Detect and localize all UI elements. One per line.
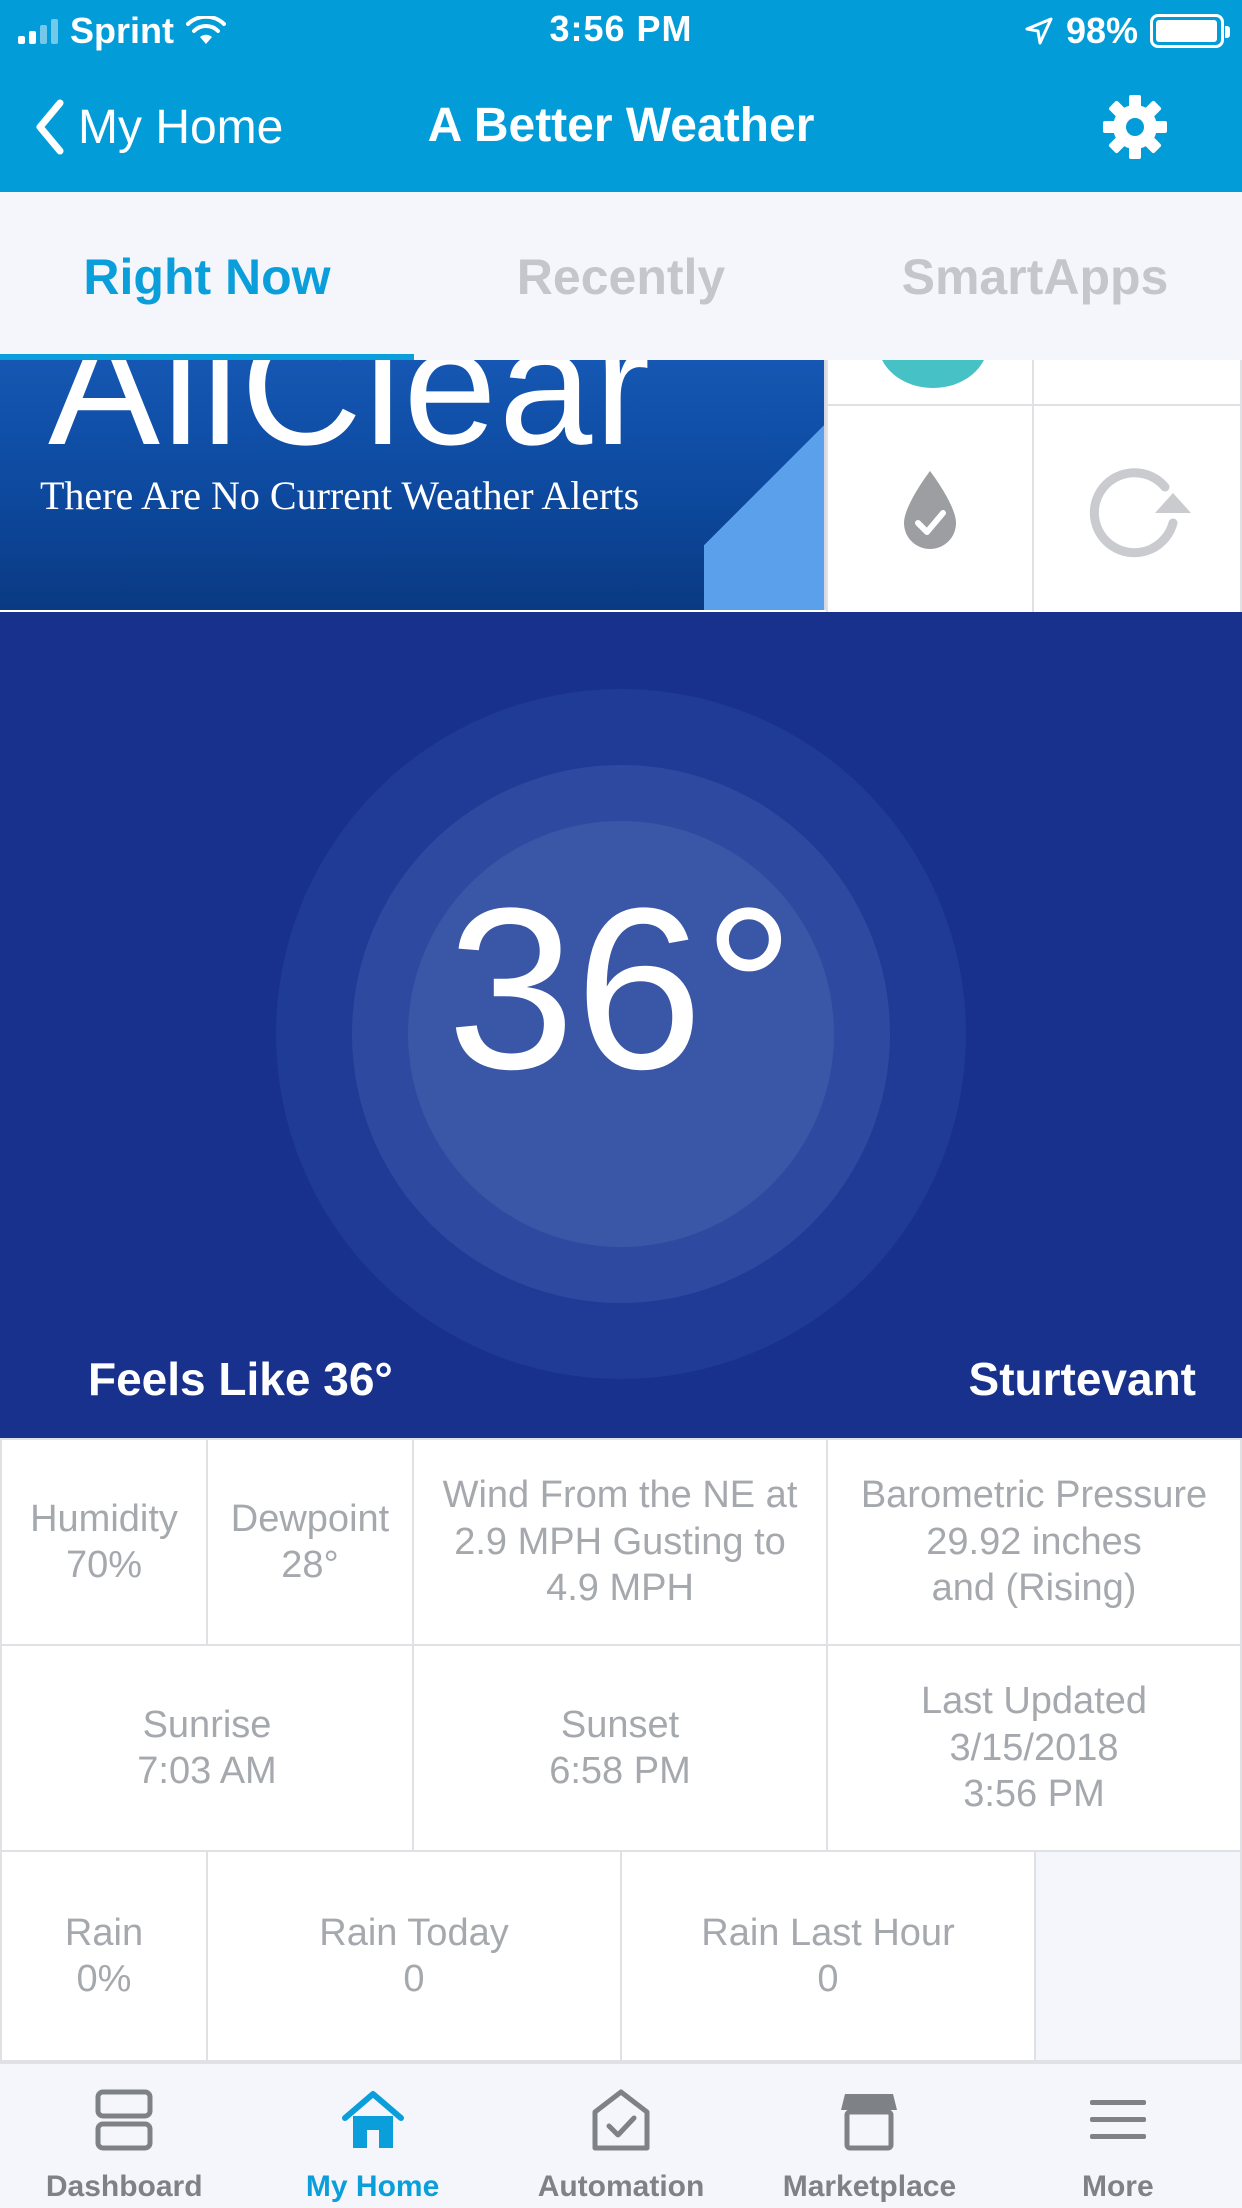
navigation-bar: My Home A Better Weather bbox=[0, 62, 1242, 192]
location-name: Sturtevant bbox=[968, 1353, 1196, 1405]
status-right: 98% bbox=[1024, 10, 1230, 52]
status-bar: Sprint 3:56 PM 98% bbox=[0, 0, 1242, 62]
alert-message: There Are No Current Weather Alerts bbox=[40, 473, 640, 518]
nav-marketplace-label: Marketplace bbox=[782, 2170, 957, 2203]
sunrise-label: Sunrise bbox=[142, 1703, 272, 1746]
weather-icon-peek bbox=[878, 360, 988, 388]
humidity-value: 70% bbox=[65, 1544, 143, 1586]
last-updated-label: Last Updated bbox=[920, 1680, 1148, 1723]
nav-dashboard[interactable]: Dashboard bbox=[0, 2064, 248, 2208]
dashboard-icon bbox=[95, 2089, 153, 2151]
nav-automation-label: Automation bbox=[537, 2170, 705, 2203]
page-title: A Better Weather bbox=[427, 99, 815, 152]
battery-icon bbox=[1150, 14, 1230, 48]
nav-more-label: More bbox=[1081, 2170, 1154, 2203]
nav-marketplace[interactable]: Marketplace bbox=[745, 2064, 993, 2208]
bottom-navigation: Dashboard My Home Automation Marketplace… bbox=[0, 2062, 1242, 2208]
nav-my-home[interactable]: My Home bbox=[248, 2064, 496, 2208]
pressure-cell: Barometric Pressure 29.92 inches and (Ri… bbox=[826, 1438, 1242, 1646]
rain-status-tile[interactable] bbox=[826, 404, 1034, 614]
feels-like: Feels Like 36° bbox=[88, 1353, 393, 1405]
tile-top-left bbox=[826, 360, 1034, 406]
automation-icon bbox=[592, 2089, 650, 2151]
wind-cell: Wind From the NE at 2.9 MPH Gusting to 4… bbox=[412, 1438, 828, 1646]
sunrise-value: 7:03 AM bbox=[137, 1750, 277, 1792]
status-tiles bbox=[826, 360, 1242, 614]
rain-label: Rain bbox=[64, 1911, 144, 1954]
home-icon bbox=[341, 2091, 404, 2148]
rain-last-hour-label: Rain Last Hour bbox=[701, 1911, 955, 1954]
rain-value: 0% bbox=[76, 1958, 132, 2000]
sunset-value: 6:58 PM bbox=[549, 1750, 691, 1792]
pressure-line-1: Barometric Pressure bbox=[860, 1474, 1208, 1517]
location-arrow-icon bbox=[1025, 17, 1053, 45]
pressure-line-3: and (Rising) bbox=[931, 1567, 1137, 1610]
sunset-cell: Sunset 6:58 PM bbox=[412, 1644, 828, 1852]
wind-line-1: Wind From the NE at bbox=[442, 1474, 798, 1517]
marketplace-icon bbox=[841, 2094, 898, 2151]
menu-icon bbox=[1089, 2100, 1146, 2139]
last-updated-time: 3:56 PM bbox=[963, 1773, 1105, 1816]
wind-line-2: 2.9 MPH Gusting to bbox=[454, 1520, 786, 1563]
weather-alert-banner: AllClear There Are No Current Weather Al… bbox=[0, 360, 826, 610]
refresh-tile[interactable] bbox=[1032, 404, 1242, 614]
refresh-icon[interactable] bbox=[1077, 459, 1197, 559]
alert-headline: AllClear bbox=[48, 360, 653, 480]
nav-more[interactable]: More bbox=[994, 2064, 1242, 2208]
tab-bar: Right Now Recently SmartApps bbox=[0, 192, 1242, 360]
sunset-label: Sunset bbox=[560, 1703, 680, 1746]
last-updated-cell: Last Updated 3/15/2018 3:56 PM bbox=[826, 1644, 1242, 1852]
temperature-value: 36° bbox=[447, 860, 795, 1117]
rain-today-cell: Rain Today 0 bbox=[206, 1850, 622, 2062]
dewpoint-label: Dewpoint bbox=[230, 1497, 390, 1540]
gear-icon[interactable] bbox=[1100, 92, 1170, 162]
empty-cell bbox=[1034, 1850, 1242, 2062]
rain-today-value: 0 bbox=[403, 1958, 425, 2000]
tab-recently[interactable]: Recently bbox=[414, 192, 828, 360]
humidity-cell: Humidity 70% bbox=[0, 1438, 208, 1646]
weather-content[interactable]: AllClear There Are No Current Weather Al… bbox=[0, 360, 1242, 2062]
nav-my-home-label: My Home bbox=[305, 2170, 440, 2203]
dewpoint-cell: Dewpoint 28° bbox=[206, 1438, 414, 1646]
current-temperature-panel: 36° Feels Like 36° Sturtevant bbox=[0, 612, 1242, 1438]
rain-cell: Rain 0% bbox=[0, 1850, 208, 2062]
sunrise-cell: Sunrise 7:03 AM bbox=[0, 1644, 414, 1852]
nav-dashboard-label: Dashboard bbox=[45, 2170, 203, 2203]
battery-percent: 98% bbox=[1065, 10, 1138, 51]
rain-today-label: Rain Today bbox=[319, 1911, 509, 1954]
tab-smartapps[interactable]: SmartApps bbox=[828, 192, 1242, 360]
tab-right-now[interactable]: Right Now bbox=[0, 192, 414, 360]
tile-top-right bbox=[1032, 360, 1242, 406]
humidity-label: Humidity bbox=[30, 1497, 178, 1540]
wind-line-3: 4.9 MPH bbox=[546, 1567, 694, 1610]
rain-last-hour-value: 0 bbox=[817, 1958, 839, 2000]
pressure-line-2: 29.92 inches bbox=[926, 1520, 1142, 1563]
nav-automation[interactable]: Automation bbox=[497, 2064, 745, 2208]
last-updated-date: 3/15/2018 bbox=[949, 1726, 1119, 1769]
dewpoint-value: 28° bbox=[281, 1544, 339, 1586]
water-drop-check-icon bbox=[904, 471, 956, 549]
rain-last-hour-cell: Rain Last Hour 0 bbox=[620, 1850, 1036, 2062]
